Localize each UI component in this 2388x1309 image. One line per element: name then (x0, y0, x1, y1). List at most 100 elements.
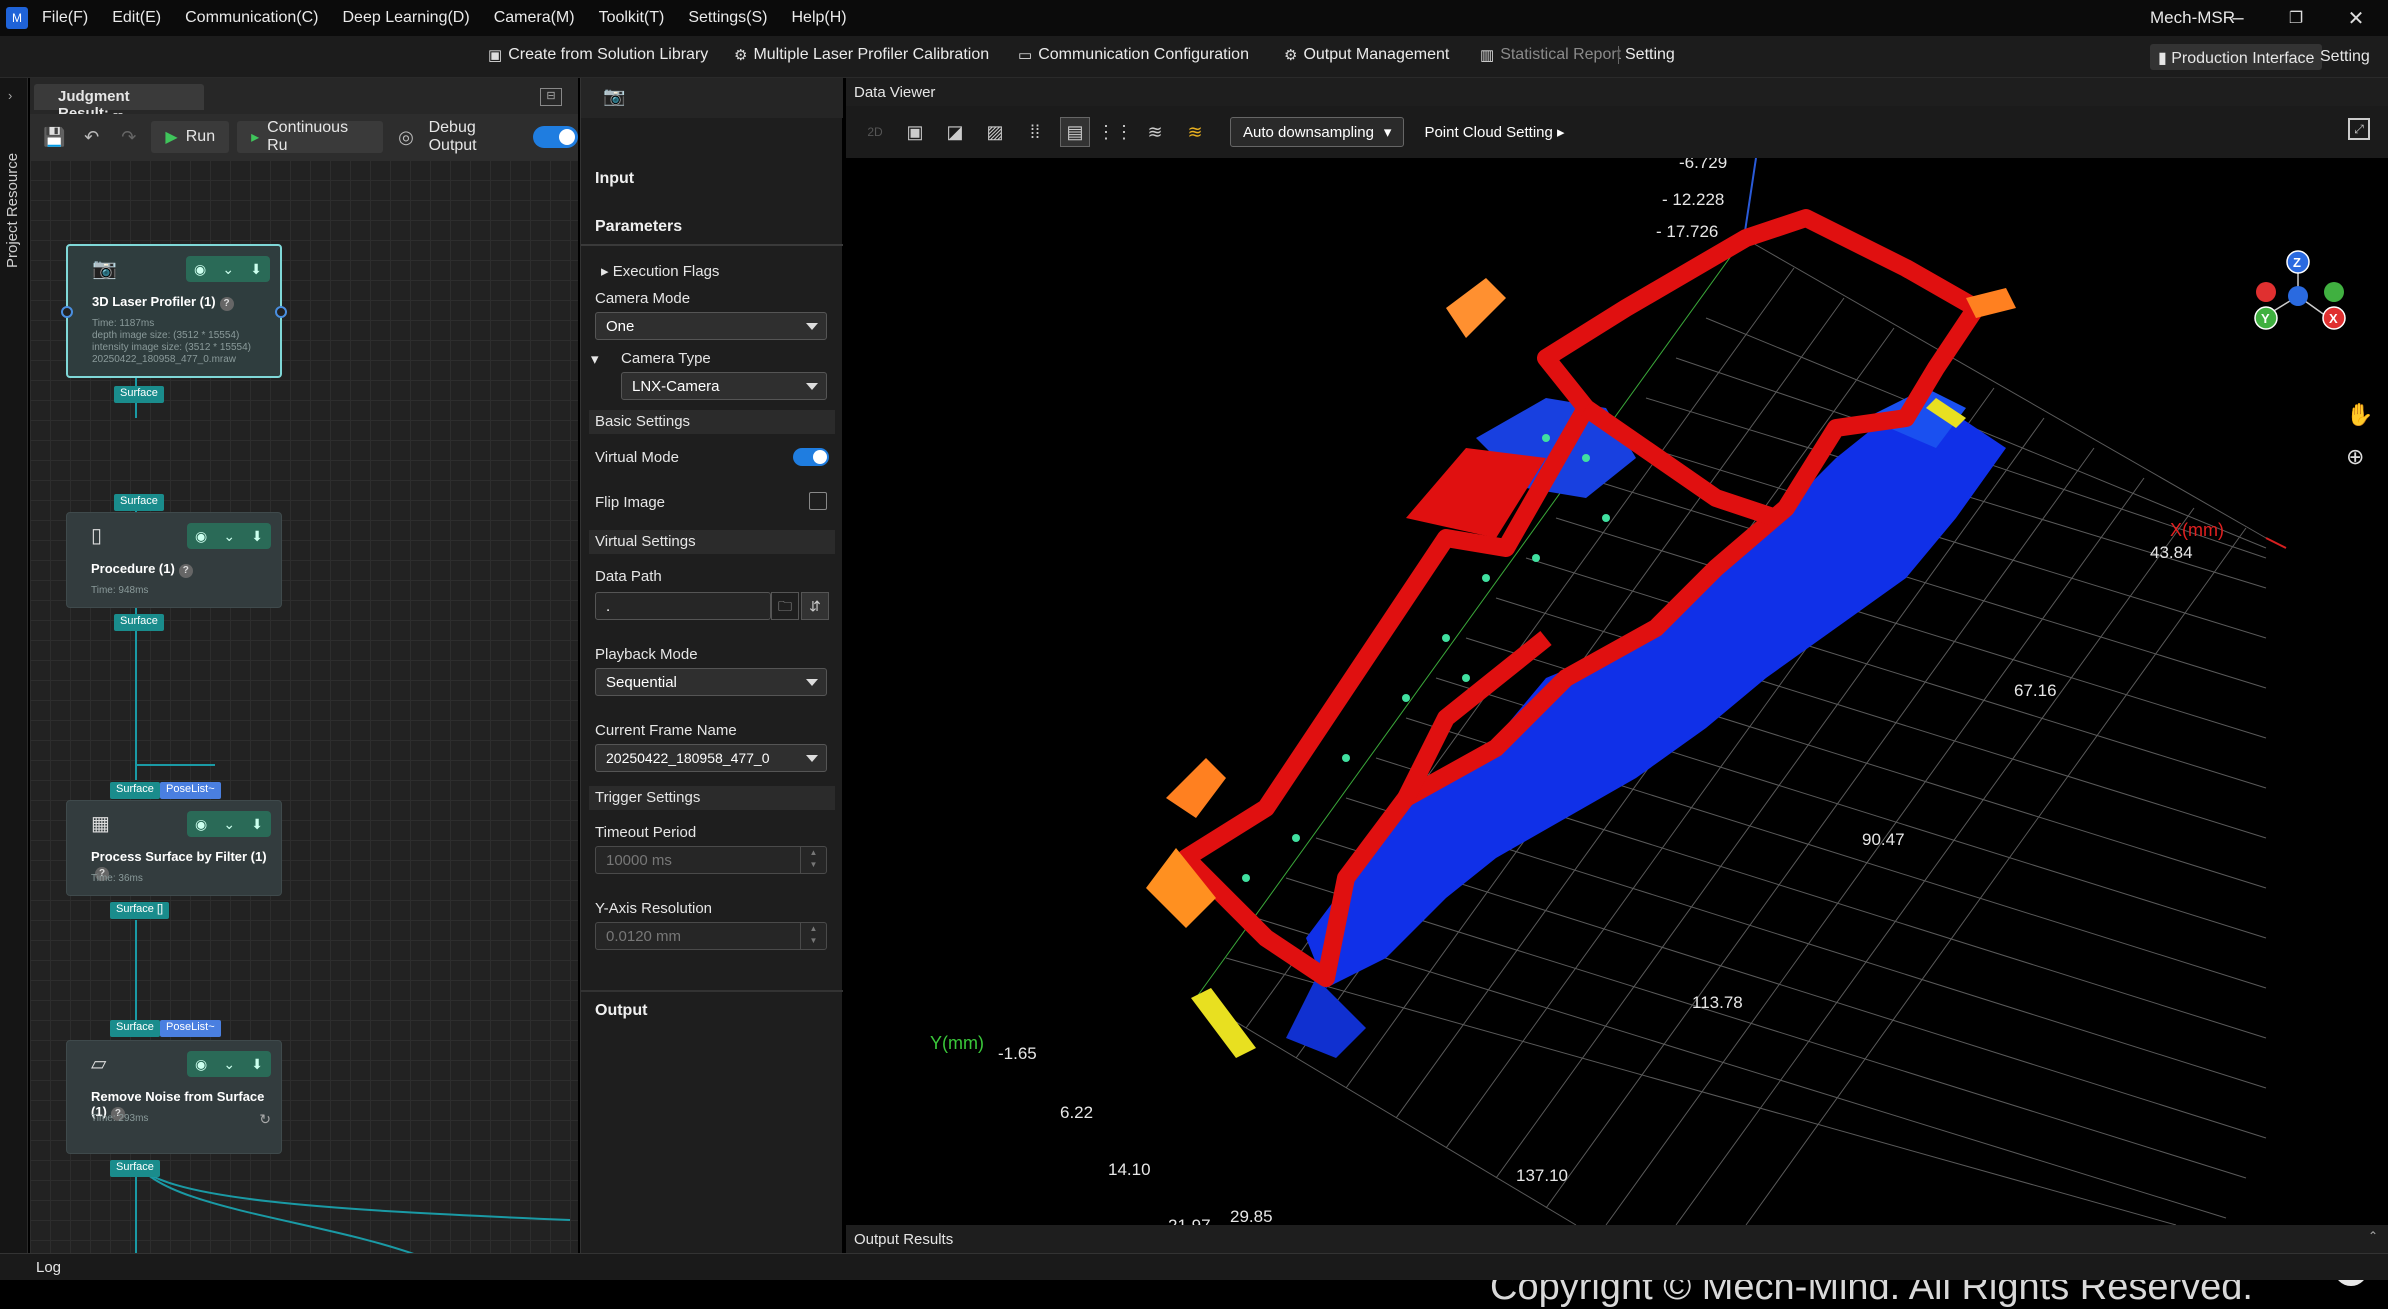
collapse-icon[interactable]: ⌄ (223, 528, 235, 545)
parameters-section[interactable]: Parameters (581, 218, 843, 246)
image-mode-icon[interactable]: ◪ (940, 117, 970, 147)
menu-file[interactable]: File(F) (42, 9, 88, 27)
fit-view-icon[interactable]: ▣ (900, 117, 930, 147)
output-port-surface-list[interactable]: Surface [] (110, 902, 170, 919)
menu-toolkit[interactable]: Toolkit(T) (599, 9, 665, 27)
input-port-poselist[interactable]: PoseList~ (160, 782, 221, 799)
download-icon[interactable]: ⬇ (250, 261, 262, 278)
downsampling-select[interactable]: Auto downsampling ▾ (1230, 117, 1405, 147)
camera-mode-select[interactable]: One (595, 312, 827, 340)
menu-edit[interactable]: Edit(E) (112, 9, 161, 27)
output-results-bar[interactable]: Output Results (846, 1225, 2388, 1253)
zoom-icon[interactable]: ⊕ (2346, 444, 2364, 470)
view-icon[interactable]: ◉ (195, 816, 207, 833)
continuous-run-button[interactable]: ▸ Continuous Ru (237, 119, 384, 154)
collapse-icon[interactable]: ⌄ (222, 261, 234, 278)
help-icon[interactable]: ? (178, 564, 193, 578)
view-icon[interactable]: ◉ (195, 1056, 207, 1073)
view-icon[interactable]: ◉ (194, 261, 206, 278)
log-bar[interactable]: Log (0, 1253, 2388, 1280)
debug-settings-icon[interactable]: ◎ (391, 122, 420, 152)
grid-floor (1195, 237, 2267, 1226)
color-map-icon[interactable]: ▤ (1060, 117, 1090, 147)
folder-icon[interactable]: 🗀 (771, 592, 799, 620)
undo-icon[interactable]: ↶ (77, 122, 106, 152)
point-cloud-setting-button[interactable]: Point Cloud Setting ▸ (1424, 123, 1564, 141)
2d-view-icon[interactable]: 2D (860, 117, 890, 147)
menu-help[interactable]: Help(H) (792, 9, 847, 27)
help-icon[interactable]: ? (219, 297, 234, 311)
download-icon[interactable]: ⬇ (251, 528, 263, 545)
graph-panel: Judgment Result: -- ⊟ 💾 ↶ ↷ ▶Run ▸Contin… (30, 78, 579, 1253)
output-anchor[interactable] (275, 306, 287, 318)
minimize-icon[interactable]: – (2218, 4, 2258, 32)
fullscreen-icon[interactable]: ⤢ (2348, 118, 2370, 140)
node-3d-laser-profiler[interactable]: 📷 ◉ ⌄ ⬇ 3D Laser Profiler (1)? Time: 1187m… (61, 244, 287, 378)
project-resource-tab[interactable]: Project Resource (4, 153, 21, 268)
input-anchor[interactable] (61, 306, 73, 318)
y-resolution-input[interactable]: 0.0120 mm ▲ ▼ (595, 922, 827, 950)
statistical-report-button[interactable]: ▥ Statistical Report (1480, 46, 1621, 64)
picture-icon[interactable]: ▨ (980, 117, 1010, 147)
download-icon[interactable]: ⬇ (251, 816, 263, 833)
spin-arrows-icon[interactable]: ▲ ▼ (800, 923, 826, 949)
input-port-surface[interactable]: Surface (110, 1020, 160, 1037)
restore-icon[interactable]: ❐ (2276, 4, 2316, 32)
debug-output-toggle[interactable] (533, 126, 579, 148)
expand-icon[interactable]: › (8, 88, 12, 103)
camera-type-collapse-icon[interactable]: ▾ (591, 350, 599, 368)
run-button[interactable]: ▶ Run (151, 121, 230, 153)
production-interface-button[interactable]: ▮ Production Interface (2150, 44, 2323, 70)
spin-arrows-icon[interactable]: ▲ ▼ (800, 847, 826, 873)
laser-calibration-button[interactable]: ⚙ Multiple Laser Profiler Calibration (734, 46, 989, 64)
setting-button[interactable]: Setting (1618, 46, 1675, 64)
orientation-gizmo[interactable]: Z Y X (2254, 250, 2346, 330)
chevron-up-icon[interactable]: ⌃ (2368, 1229, 2378, 1243)
input-port-surface[interactable]: Surface (110, 782, 160, 799)
flip-image-checkbox[interactable] (809, 492, 827, 510)
menu-communication[interactable]: Communication(C) (185, 9, 318, 27)
output-port-surface[interactable]: Surface (110, 1160, 160, 1177)
data-path-input[interactable]: . (595, 592, 771, 620)
execution-flags-expander[interactable]: ▸ Execution Flags (601, 262, 719, 280)
output-management-button[interactable]: ⚙ Output Management (1284, 46, 1449, 64)
point-cloud-canvas[interactable]: -6.729 - 12.228 - 17.726 43.84 67.16 90.… (846, 153, 2388, 1308)
graph-canvas[interactable]: 📷 ◉ ⌄ ⬇ 3D Laser Profiler (1)? Time: 1187m… (30, 160, 578, 1253)
download-icon[interactable]: ⬇ (251, 1056, 263, 1073)
collapse-icon[interactable]: ⌄ (223, 1056, 235, 1073)
input-port-poselist[interactable]: PoseList~ (160, 1020, 221, 1037)
collapse-icon[interactable]: ⌄ (223, 816, 235, 833)
pan-hand-icon[interactable]: ✋ (2346, 402, 2373, 428)
timeout-input[interactable]: 10000 ms ▲ ▼ (595, 846, 827, 874)
node-procedure[interactable]: ▯ ◉ ⌄ ⬇ Procedure (1)? Time: 948ms (66, 512, 282, 608)
layers-icon[interactable]: ≋ (1140, 117, 1170, 147)
node-process-surface-by-filter[interactable]: ▦ ◉ ⌄ ⬇ Process Surface by Filter (1)? Tim… (66, 800, 282, 896)
point-grid-icon[interactable]: ⋮⋮ (1097, 117, 1133, 147)
current-frame-select[interactable]: 20250422_180958_477_0 (595, 744, 827, 772)
communication-config-button[interactable]: ▭ Communication Configuration (1018, 46, 1249, 64)
menu-deep-learning[interactable]: Deep Learning(D) (343, 9, 470, 27)
output-port-surface[interactable]: Surface (114, 386, 164, 403)
camera-type-select[interactable]: LNX-Camera (621, 372, 827, 400)
refresh-icon[interactable]: ↻ (259, 1111, 271, 1128)
menu-settings[interactable]: Settings(S) (688, 9, 767, 27)
layers-color-icon[interactable]: ≋ (1180, 117, 1210, 147)
output-port-surface[interactable]: Surface (114, 614, 164, 631)
panel-layout-icon[interactable]: ⊟ (540, 88, 562, 106)
input-section[interactable]: Input (581, 170, 843, 198)
file-browse-icon[interactable]: ⇵ (801, 592, 829, 620)
create-solution-button[interactable]: ▣ Create from Solution Library (488, 46, 708, 64)
setting-right-button[interactable]: Setting (2320, 48, 2370, 66)
node-remove-noise-from-surface[interactable]: ▱ ◉ ⌄ ⬇ Remove Noise from Surface (1)? Tim… (66, 1040, 282, 1154)
view-icon[interactable]: ◉ (195, 528, 207, 545)
save-icon[interactable]: 💾 (40, 122, 69, 152)
redo-icon[interactable]: ↷ (114, 122, 143, 152)
virtual-mode-toggle[interactable] (793, 448, 829, 466)
output-section[interactable]: Output (581, 990, 843, 1030)
grid-dots-icon[interactable]: ⁞⁞ (1020, 117, 1050, 147)
close-icon[interactable]: ✕ (2336, 4, 2376, 32)
playback-mode-select[interactable]: Sequential (595, 668, 827, 696)
input-port-surface[interactable]: Surface (114, 494, 164, 511)
menu-camera[interactable]: Camera(M) (494, 9, 575, 27)
judgment-result-tab[interactable]: Judgment Result: -- (34, 84, 204, 122)
